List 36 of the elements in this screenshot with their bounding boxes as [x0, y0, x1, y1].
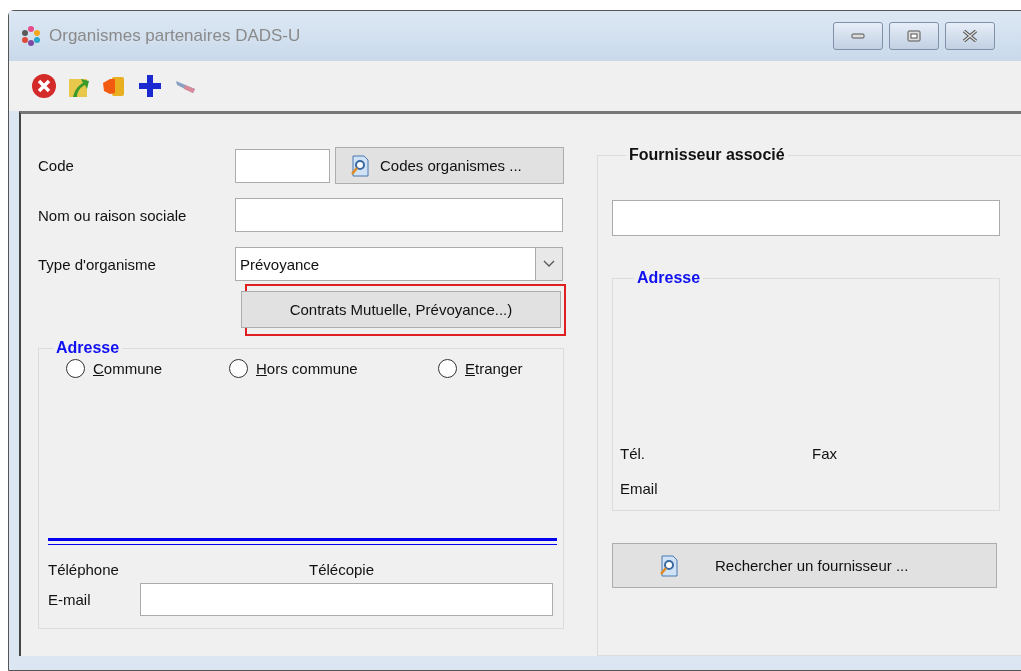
radio-option[interactable]: Commune: [66, 359, 229, 378]
window-title: Organismes partenaires DADS-U: [49, 26, 301, 46]
radio-option[interactable]: Hors commune: [229, 359, 438, 378]
close-button[interactable]: [945, 22, 995, 50]
codes-button[interactable]: Codes organismes ...: [335, 147, 564, 184]
code-label: Code: [38, 157, 75, 174]
email-field[interactable]: [140, 583, 553, 616]
document-search-icon: [659, 554, 679, 577]
supplier-legend: Fournisseur associé: [626, 146, 788, 164]
document-search-icon: [350, 154, 370, 177]
fax-label: Télécopie: [309, 561, 375, 578]
name-label: Nom ou raison sociale: [38, 206, 188, 224]
app-logo-icon: [21, 26, 41, 46]
fax-label: Fax: [812, 445, 837, 462]
maximize-icon: [907, 30, 921, 42]
radio-option[interactable]: Etranger: [438, 359, 548, 378]
search-supplier-button[interactable]: Rechercher un fournisseur ...: [612, 543, 997, 588]
type-label: Type d'organisme: [38, 255, 157, 273]
contracts-button[interactable]: Contrats Mutuelle, Prévoyance...): [241, 291, 561, 328]
maximize-button[interactable]: [889, 22, 939, 50]
close-icon[interactable]: [31, 73, 57, 99]
plus-icon[interactable]: [137, 73, 163, 99]
name-field[interactable]: [235, 198, 563, 232]
email-label: E-mail: [48, 591, 92, 608]
chevron-down-icon: [543, 260, 555, 268]
supplier-field[interactable]: [612, 200, 1000, 236]
close-icon: [962, 30, 978, 42]
tel-label: Tél.: [620, 445, 646, 462]
address-legend: Adresse: [53, 339, 123, 357]
code-field[interactable]: [235, 148, 330, 183]
supplier-address-legend: Adresse: [634, 269, 704, 287]
phone-label: Téléphone: [48, 561, 120, 578]
email-label: Email: [620, 480, 659, 497]
minimize-icon: [851, 33, 865, 39]
minimize-button[interactable]: [833, 22, 883, 50]
type-dropdown[interactable]: Prévoyance: [235, 247, 563, 281]
